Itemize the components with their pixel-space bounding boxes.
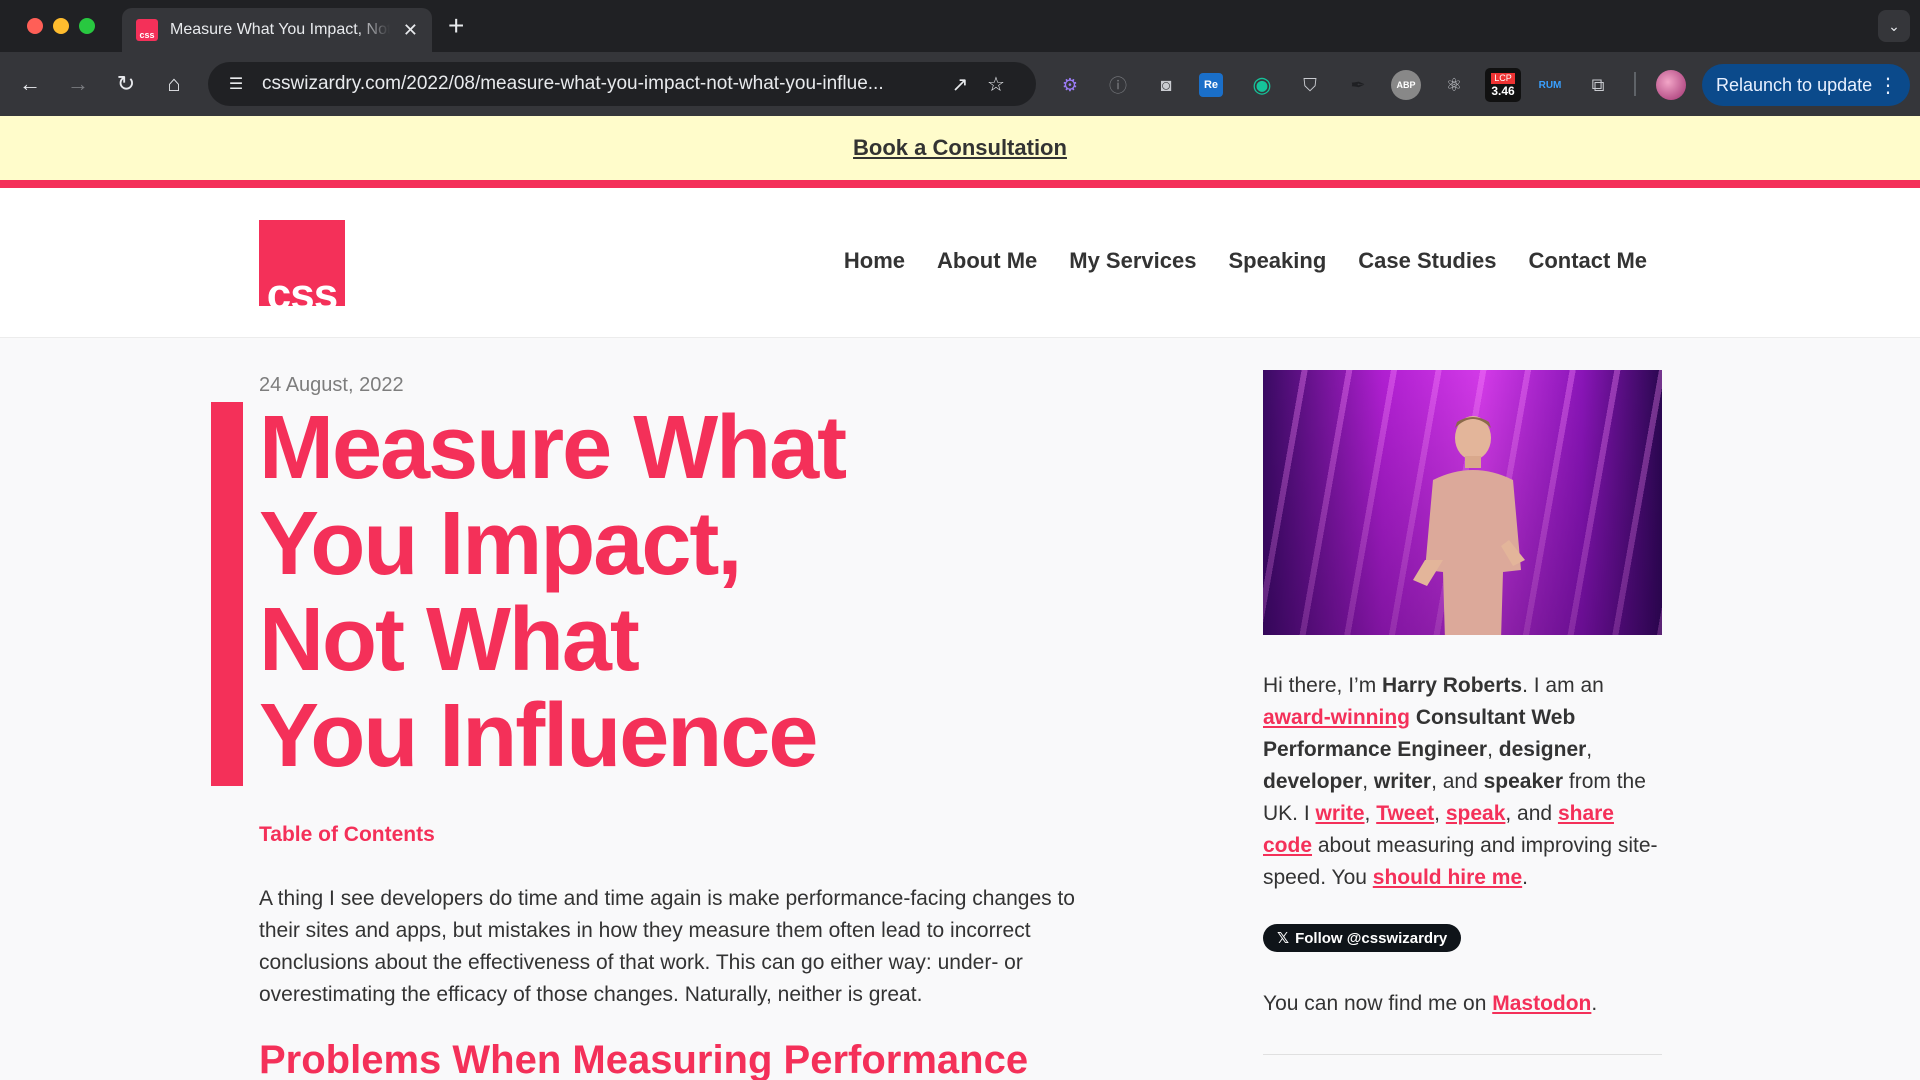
post-date: 24 August, 2022 — [259, 374, 404, 396]
lcp-label: LCP — [1491, 72, 1515, 84]
bio-text: , and — [1505, 802, 1558, 825]
new-tab-button[interactable]: + — [448, 10, 464, 42]
author-photo — [1263, 370, 1662, 635]
favicon-icon: css — [136, 19, 158, 41]
speak-link[interactable]: speak — [1446, 802, 1506, 825]
bio-role: writer — [1373, 770, 1432, 793]
re-extension-icon[interactable]: Re — [1199, 73, 1223, 97]
bio-text: . — [1522, 866, 1528, 889]
title-line: You Influence — [259, 686, 818, 786]
close-tab-icon[interactable]: ✕ — [403, 20, 418, 41]
author-bio: Hi there, I’m Harry Roberts. I am an awa… — [1263, 670, 1663, 894]
relaunch-label: Relaunch to update — [1716, 74, 1873, 95]
nav-contact-me[interactable]: Contact Me — [1528, 248, 1647, 274]
post-title: Measure What You Impact, Not What You In… — [259, 400, 1019, 784]
nav-home[interactable]: Home — [844, 248, 905, 274]
sidebar-divider — [1263, 1054, 1662, 1055]
nav-speaking[interactable]: Speaking — [1228, 248, 1326, 274]
abp-extension-icon[interactable]: ABP — [1391, 70, 1421, 100]
bio-text: Hi there, I’m — [1263, 674, 1383, 697]
puzzle-extensions-icon[interactable]: ⧉ — [1583, 70, 1613, 100]
section-heading: Problems When Measuring Performance — [259, 1038, 1029, 1080]
bio-text: , — [1434, 802, 1446, 825]
mastodon-text: . — [1591, 992, 1598, 1015]
maximize-window-button[interactable] — [79, 18, 95, 34]
open-external-icon[interactable]: ↗ — [942, 66, 978, 102]
site-header: css Home About Me My Services Speaking C… — [0, 188, 1920, 338]
info-extension-icon[interactable]: ⓘ — [1103, 70, 1133, 100]
lcp-extension-icon[interactable]: LCP 3.46 — [1485, 68, 1521, 102]
main-nav: Home About Me My Services Speaking Case … — [844, 248, 1647, 274]
title-line: Not What — [259, 590, 640, 690]
gear-extension-icon[interactable]: ⚙ — [1055, 70, 1085, 100]
address-bar[interactable]: ☰ csswizardry.com/2022/08/measure-what-y… — [208, 62, 1036, 106]
relaunch-button[interactable]: Relaunch to update ⋮ — [1702, 64, 1910, 106]
title-accent-bar — [211, 402, 243, 786]
bio-text: , — [1586, 738, 1593, 761]
mastodon-note: You can now find me on Mastodon. — [1263, 992, 1597, 1016]
main-content: 24 August, 2022 Measure What You Impact,… — [0, 338, 1920, 1080]
mastodon-link[interactable]: Mastodon — [1492, 992, 1591, 1015]
reload-icon[interactable]: ↻ — [110, 68, 142, 100]
rum-extension-icon[interactable]: RUM — [1535, 70, 1565, 100]
bio-text: , — [1364, 802, 1377, 825]
banner-stripe — [0, 180, 1920, 188]
site-info-icon[interactable]: ☰ — [220, 68, 252, 100]
mastodon-text: You can now find me on — [1263, 992, 1493, 1015]
toolbar-divider — [1634, 72, 1636, 96]
title-line: Measure What — [259, 398, 847, 498]
site-logo[interactable]: css — [259, 220, 345, 306]
browser-toolbar: ← → ↻ ⌂ ☰ csswizardry.com/2022/08/measur… — [0, 52, 1920, 116]
bio-text: . I am an — [1522, 674, 1604, 697]
award-winning-link[interactable]: award-winning — [1263, 706, 1410, 729]
tab-search-chevron-icon[interactable]: ⌄ — [1878, 10, 1910, 42]
grammarly-extension-icon[interactable]: ◉ — [1247, 70, 1277, 100]
forward-icon[interactable]: → — [62, 68, 94, 100]
bio-role: designer — [1498, 738, 1587, 761]
minimize-window-button[interactable] — [53, 18, 69, 34]
active-tab[interactable]: css Measure What You Impact, Not What Yo… — [122, 8, 432, 52]
shield-extension-icon[interactable]: ⛉ — [1295, 70, 1325, 100]
title-line: You Impact, — [259, 494, 742, 594]
home-icon[interactable]: ⌂ — [158, 68, 190, 100]
hire-me-link[interactable]: should hire me — [1373, 866, 1522, 889]
lcp-value: 3.46 — [1491, 83, 1515, 98]
camera-extension-icon[interactable]: ◙ — [1151, 70, 1181, 100]
nav-my-services[interactable]: My Services — [1069, 248, 1196, 274]
table-of-contents-link[interactable]: Table of Contents — [259, 823, 435, 847]
bio-text: , — [1362, 770, 1374, 793]
x-logo-icon: 𝕏 — [1277, 930, 1290, 947]
bookmark-star-icon[interactable]: ☆ — [978, 66, 1014, 102]
bio-role: speaker — [1483, 770, 1564, 793]
bio-text: , — [1487, 738, 1499, 761]
close-window-button[interactable] — [27, 18, 43, 34]
tab-strip: css Measure What You Impact, Not What Yo… — [0, 0, 1920, 52]
speaker-figure — [1413, 416, 1525, 635]
logo-text: css — [266, 270, 338, 306]
menu-dots-icon[interactable]: ⋮ — [1878, 73, 1898, 98]
consultation-banner: Book a Consultation — [0, 116, 1920, 180]
book-consultation-link[interactable]: Book a Consultation — [853, 135, 1067, 161]
follow-twitter-button[interactable]: 𝕏 Follow @csswizardry — [1263, 924, 1462, 952]
tweet-link[interactable]: Tweet — [1376, 802, 1434, 825]
profile-avatar[interactable] — [1656, 70, 1686, 100]
author-name: Harry Roberts — [1382, 674, 1523, 697]
bio-role: developer — [1263, 770, 1363, 793]
tab-title: Measure What You Impact, Not What You In… — [170, 21, 390, 38]
web-page: Book a Consultation css Home About Me My… — [0, 116, 1920, 1080]
write-link[interactable]: write — [1316, 802, 1365, 825]
pen-extension-icon[interactable]: ✒ — [1343, 70, 1373, 100]
article-intro: A thing I see developers do time and tim… — [259, 887, 1075, 1006]
nav-about-me[interactable]: About Me — [937, 248, 1037, 274]
nav-case-studies[interactable]: Case Studies — [1358, 248, 1496, 274]
react-extension-icon[interactable]: ⚛ — [1439, 70, 1469, 100]
back-icon[interactable]: ← — [14, 68, 46, 100]
follow-label: Follow @csswizardry — [1295, 929, 1448, 947]
bio-text: , and — [1431, 770, 1484, 793]
url-text[interactable]: csswizardry.com/2022/08/measure-what-you… — [262, 73, 942, 95]
